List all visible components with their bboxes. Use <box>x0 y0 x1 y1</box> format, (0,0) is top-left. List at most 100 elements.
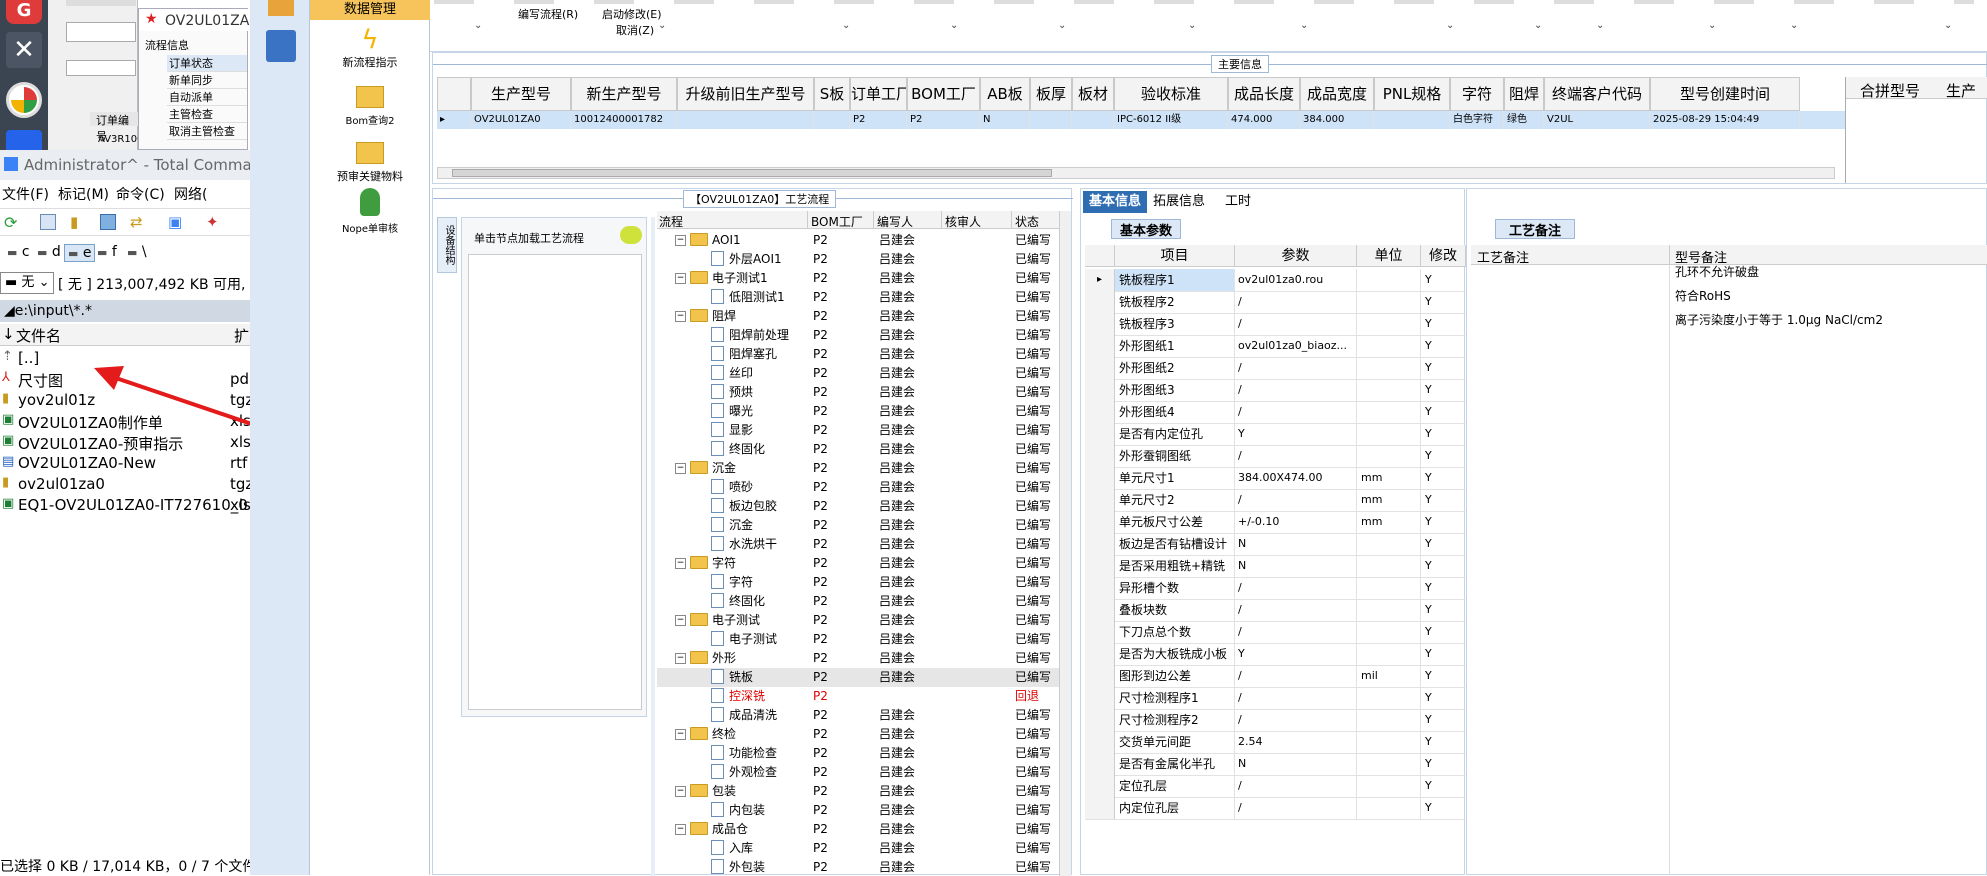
bom-query-button[interactable]: Bom查询2 <box>310 84 430 132</box>
detail-param[interactable]: N <box>1235 555 1357 577</box>
main-col-header[interactable]: 字符 <box>1450 77 1504 111</box>
detail-row[interactable]: 是否采用粗铣+精铣 N Y <box>1085 555 1466 578</box>
collapse-icon[interactable]: − <box>675 558 686 569</box>
dropdown-caret-icon[interactable]: ⌄ <box>1596 20 1604 31</box>
tree-col-header[interactable]: 流程 <box>659 213 683 230</box>
flow-item[interactable]: 自动派单 <box>167 89 247 106</box>
tree-row[interactable]: 阻焊塞孔 P2 吕建会 已编写 <box>657 345 1067 364</box>
detail-row[interactable]: 交货单元间距 2.54 Y <box>1085 731 1466 754</box>
detail-param[interactable]: 384.00X474.00 <box>1235 467 1357 489</box>
detail-param[interactable]: / <box>1235 709 1357 731</box>
detail-param[interactable]: / <box>1235 621 1357 643</box>
tree-row[interactable]: 字符 P2 吕建会 已编写 <box>657 573 1067 592</box>
detail-row[interactable]: 铣板程序3/ Y <box>1085 313 1466 336</box>
detail-param[interactable]: / <box>1235 665 1357 687</box>
side-col-header[interactable]: 生产 <box>1946 80 1976 101</box>
detail-param[interactable]: +/-0.10 <box>1235 511 1357 533</box>
detail-param[interactable]: / <box>1235 313 1357 335</box>
save-icon[interactable] <box>6 130 42 150</box>
tree-row[interactable]: 曝光 P2 吕建会 已编写 <box>657 402 1067 421</box>
main-col-header[interactable]: 订单工厂 <box>850 77 907 111</box>
dropdown-caret-icon[interactable]: ⌄ <box>1300 20 1308 31</box>
tree-row[interactable]: 终固化 P2 吕建会 已编写 <box>657 440 1067 459</box>
tree-row[interactable]: 沉金 P2 吕建会 已编写 <box>657 516 1067 535</box>
structure-side-tab[interactable]: 设备结构 <box>437 217 457 273</box>
tree-row[interactable]: 入库 P2 吕建会 已编写 <box>657 839 1067 858</box>
tree-row[interactable]: 低阻测试1 P2 吕建会 已编写 <box>657 288 1067 307</box>
ribbon-cancel[interactable]: 取消(Z) <box>616 22 654 38</box>
collapse-icon[interactable]: − <box>675 653 686 664</box>
detail-row[interactable]: 外形蚕铜图纸 / Y <box>1085 445 1466 468</box>
tree-row[interactable]: − 沉金 P2 吕建会 已编写 <box>657 459 1067 478</box>
detail-row[interactable]: 外形图纸2/ Y <box>1085 357 1466 380</box>
tools-icon[interactable]: ✕ <box>6 32 42 68</box>
detail-row[interactable]: 单元尺寸1 384.00X474.00 mm Y <box>1085 467 1466 490</box>
col-name[interactable]: 文件名 <box>16 325 61 346</box>
detail-row[interactable]: 异形槽个数 / Y <box>1085 577 1466 600</box>
drive-button[interactable]: ▬ c <box>4 244 33 260</box>
tree-row[interactable]: − 终检 P2 吕建会 已编写 <box>657 725 1067 744</box>
detail-param[interactable]: ov2ul01za0.rou <box>1235 269 1357 291</box>
detail-row[interactable]: ▸ 铣板程序1 ov2ul01za0.rou Y <box>1085 269 1466 292</box>
remarks-tab[interactable]: 工艺备注 <box>1495 219 1575 239</box>
detail-row[interactable]: 单元板尺寸公差 +/-0.10 mm Y <box>1085 511 1466 534</box>
detail-param[interactable]: / <box>1235 445 1357 467</box>
tree-row[interactable]: − 包装 P2 吕建会 已编写 <box>657 782 1067 801</box>
detail-row[interactable]: 下刀点总个数 / Y <box>1085 621 1466 644</box>
main-col-header[interactable]: 板材 <box>1072 77 1114 111</box>
detail-row[interactable]: 叠板块数 / Y <box>1085 599 1466 622</box>
tree-row[interactable]: 丝印 P2 吕建会 已编写 <box>657 364 1067 383</box>
detail-row[interactable]: 板边是否有钻槽设计 N Y <box>1085 533 1466 556</box>
collapse-icon[interactable]: − <box>675 311 686 322</box>
detail-param[interactable]: ov2ul01za0_biaoz... <box>1235 335 1357 357</box>
detail-param[interactable]: / <box>1235 599 1357 621</box>
ftp-icon[interactable]: ✦ <box>206 213 219 231</box>
collapse-icon[interactable]: − <box>675 615 686 626</box>
tree-col-header[interactable]: 编写人 <box>877 213 913 230</box>
drive-button[interactable]: ▬ \ <box>124 244 150 260</box>
app-logo-icon[interactable]: G <box>6 0 42 24</box>
flow-item[interactable]: 订单状态 <box>167 55 247 72</box>
brief-view-icon[interactable] <box>40 214 56 230</box>
sync-icon[interactable]: ⇄ <box>130 213 143 231</box>
detail-row[interactable]: 是否为大板铣成小板 Y Y <box>1085 643 1466 666</box>
detail-row[interactable]: 铣板程序2/ Y <box>1085 291 1466 314</box>
main-col-header[interactable]: 验收标准 <box>1114 77 1228 111</box>
gauge-icon[interactable] <box>6 82 42 118</box>
detail-row[interactable]: 定位孔层 / Y <box>1085 775 1466 798</box>
dropdown-caret-icon[interactable]: ⌄ <box>1534 20 1542 31</box>
pack-icon[interactable]: ▣ <box>168 213 182 231</box>
tree-row[interactable]: 喷砂 P2 吕建会 已编写 <box>657 478 1067 497</box>
ribbon-write-flow[interactable]: 编写流程(R) <box>518 6 578 22</box>
dropdown-caret-icon[interactable]: ⌄ <box>1188 20 1196 31</box>
tree-col-header[interactable]: 核审人 <box>945 213 981 230</box>
calculator-icon[interactable] <box>266 30 296 62</box>
collapse-icon[interactable]: − <box>675 786 686 797</box>
detail-param[interactable]: / <box>1235 291 1357 313</box>
detail-param[interactable]: N <box>1235 533 1357 555</box>
detail-param[interactable]: / <box>1235 775 1357 797</box>
detail-param[interactable]: / <box>1235 687 1357 709</box>
tree-row[interactable]: 功能检查 P2 吕建会 已编写 <box>657 744 1067 763</box>
main-col-header[interactable]: 成品宽度 <box>1300 77 1374 111</box>
detail-param[interactable]: / <box>1235 357 1357 379</box>
detail-param[interactable]: / <box>1235 401 1357 423</box>
detail-param[interactable]: 2.54 <box>1235 731 1357 753</box>
detail-row[interactable]: 单元尺寸2/mm Y <box>1085 489 1466 512</box>
tree-row[interactable]: 板边包胶 P2 吕建会 已编写 <box>657 497 1067 516</box>
main-col-header[interactable]: S板 <box>814 77 850 111</box>
app-icon-top[interactable] <box>268 0 294 16</box>
detail-col-header[interactable]: 修改 <box>1421 245 1466 267</box>
subtab-basic-params[interactable]: 基本参数 <box>1111 219 1181 239</box>
tc-menu-item[interactable]: 网络( <box>174 184 207 204</box>
collapse-icon[interactable]: − <box>675 729 686 740</box>
tree-vscrollbar[interactable] <box>1059 211 1071 876</box>
drive-button[interactable]: ▬ f <box>94 244 120 260</box>
tree-row[interactable]: 成品清洗 P2 吕建会 已编写 <box>657 706 1067 725</box>
detail-param[interactable]: / <box>1235 577 1357 599</box>
drive-button[interactable]: ▬ d <box>34 244 64 260</box>
tree-icon[interactable]: ▮ <box>70 213 78 231</box>
tree-col-header[interactable]: 状态 <box>1015 213 1039 230</box>
tree-row[interactable]: 终固化 P2 吕建会 已编写 <box>657 592 1067 611</box>
detail-param[interactable]: / <box>1235 797 1357 819</box>
